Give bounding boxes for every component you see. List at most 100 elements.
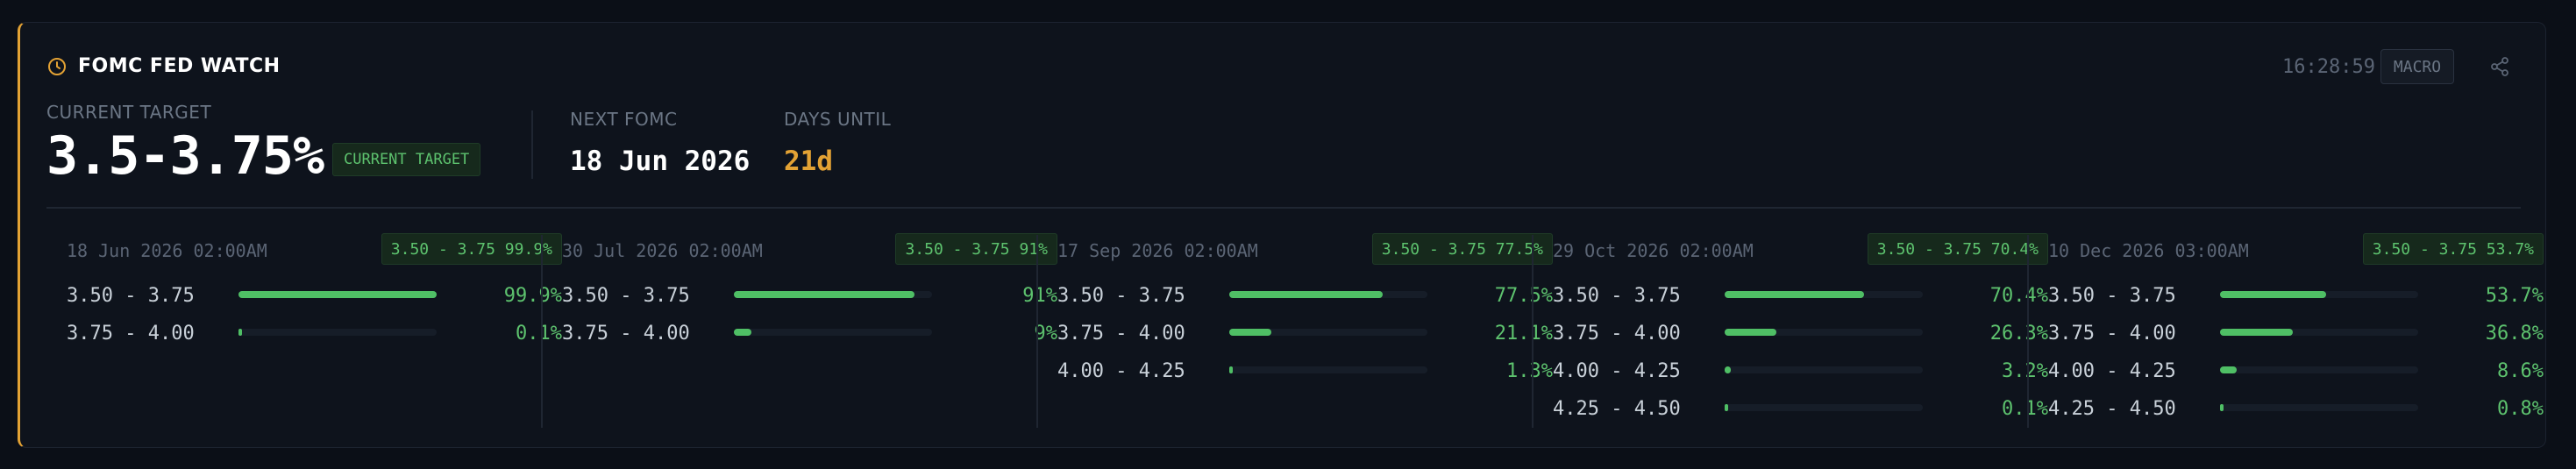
next-fomc-value: 18 Jun 2026 (570, 146, 751, 177)
probability-bar-fill (1725, 366, 1731, 373)
probability-row: 4.00 - 4.25 1.3% (1057, 358, 1553, 384)
probability-bar-fill (1229, 366, 1233, 373)
probability-row: 4.00 - 4.25 8.6% (2048, 358, 2544, 384)
probability-value: 0.1% (2002, 398, 2048, 420)
share-icon[interactable] (2489, 56, 2510, 77)
last-update-time: 16:28:59 (2282, 56, 2375, 78)
meeting-date: 18 Jun 2026 02:00AM (67, 240, 267, 261)
probability-value: 1.3% (1506, 360, 1553, 382)
probability-value: 8.6% (2497, 360, 2544, 382)
current-target-label: CURRENT TARGET (46, 102, 212, 123)
probability-bar-track (1229, 291, 1427, 298)
panel-title: FOMC FED WATCH (78, 55, 281, 77)
panel-header: FOMC FED WATCH 16:28:59 MACRO (46, 49, 2510, 84)
rate-range-label: 3.50 - 3.75 (1553, 285, 1681, 307)
probability-row: 3.75 - 4.00 9% (562, 320, 1057, 346)
probability-value: 26.3% (1989, 323, 2048, 345)
probability-bar-fill (2220, 404, 2224, 411)
summary-divider (531, 110, 533, 179)
current-target-badge: CURRENT TARGET (332, 143, 481, 176)
probability-bar-track (2220, 404, 2418, 411)
probability-bar-fill (2220, 329, 2293, 336)
probability-value: 91% (1022, 285, 1057, 307)
probability-bar-fill (1229, 291, 1383, 298)
probability-bar-fill (2220, 366, 2237, 373)
probability-bar-fill (1229, 329, 1271, 336)
rate-range-label: 4.00 - 4.25 (1057, 360, 1185, 382)
probability-row: 4.25 - 4.50 0.1% (1553, 395, 2048, 422)
meeting-top-outcome-badge: 3.50 - 3.75 91% (895, 233, 1057, 265)
meeting-date: 10 Dec 2026 03:00AM (2048, 240, 2249, 261)
probability-row: 3.75 - 4.00 26.3% (1553, 320, 2048, 346)
rate-range-label: 3.75 - 4.00 (562, 323, 690, 345)
probability-bar-track (734, 291, 932, 298)
probability-row: 4.00 - 4.25 3.2% (1553, 358, 2048, 384)
rate-range-label: 3.50 - 3.75 (562, 285, 690, 307)
probability-bar-track (238, 329, 437, 336)
probability-bar-track (2220, 291, 2418, 298)
probability-row: 3.75 - 4.00 21.1% (1057, 320, 1553, 346)
probability-bar-track (1229, 366, 1427, 373)
category-badge: MACRO (2380, 49, 2454, 84)
meeting-date: 29 Oct 2026 02:00AM (1553, 240, 1754, 261)
meeting-column: 17 Sep 2026 02:00AM 3.50 - 3.75 77.5% 3.50… (1057, 233, 1553, 426)
probability-bar-fill (238, 329, 242, 336)
column-divider (1036, 235, 1038, 428)
probability-bar-track (2220, 366, 2418, 373)
probability-bar-fill (1725, 291, 1864, 298)
probability-bar-track (734, 329, 932, 336)
probability-bar-track (1725, 366, 1923, 373)
probability-row: 3.50 - 3.75 77.5% (1057, 282, 1553, 309)
meeting-column: 18 Jun 2026 02:00AM 3.50 - 3.75 99.9% 3.50… (67, 233, 562, 426)
probability-bar-track (1229, 329, 1427, 336)
probability-bar-track (1725, 291, 1923, 298)
probability-value: 70.4% (1989, 285, 2048, 307)
probability-row: 3.50 - 3.75 70.4% (1553, 282, 2048, 309)
probability-row: 3.50 - 3.75 53.7% (2048, 282, 2544, 309)
probability-value: 77.5% (1494, 285, 1553, 307)
probability-row: 3.75 - 4.00 0.1% (67, 320, 562, 346)
probability-bar-fill (1725, 329, 1776, 336)
probability-row: 3.75 - 4.00 36.8% (2048, 320, 2544, 346)
rate-range-label: 3.75 - 4.00 (67, 323, 195, 345)
probability-row: 3.50 - 3.75 91% (562, 282, 1057, 309)
rate-range-label: 3.50 - 3.75 (2048, 285, 2176, 307)
probability-bar-fill (2220, 291, 2326, 298)
probability-row: 3.50 - 3.75 99.9% (67, 282, 562, 309)
clock-icon (48, 58, 66, 75)
section-divider (46, 207, 2521, 209)
next-fomc-label: NEXT FOMC (570, 109, 678, 130)
probability-value: 36.8% (2485, 323, 2544, 345)
probability-bar-track (1725, 404, 1923, 411)
rate-range-label: 4.25 - 4.50 (1553, 398, 1681, 420)
meeting-date: 17 Sep 2026 02:00AM (1057, 240, 1258, 261)
days-until-value: 21d (784, 146, 833, 177)
column-divider (541, 235, 543, 428)
probability-value: 99.9% (503, 285, 562, 307)
days-until-label: DAYS UNTIL (784, 109, 892, 130)
meeting-column: 10 Dec 2026 03:00AM 3.50 - 3.75 53.7% 3.50… (2048, 233, 2544, 426)
column-divider (2027, 235, 2029, 428)
meeting-date: 30 Jul 2026 02:00AM (562, 240, 763, 261)
rate-range-label: 3.75 - 4.00 (1553, 323, 1681, 345)
probability-bar-track (1725, 329, 1923, 336)
meeting-column: 29 Oct 2026 02:00AM 3.50 - 3.75 70.4% 3.50… (1553, 233, 2048, 426)
rate-range-label: 3.75 - 4.00 (2048, 323, 2176, 345)
rate-range-label: 3.50 - 3.75 (67, 285, 195, 307)
rate-range-label: 4.00 - 4.25 (2048, 360, 2176, 382)
column-divider (1532, 235, 1534, 428)
meeting-top-outcome-badge: 3.50 - 3.75 70.4% (1867, 233, 2048, 265)
meeting-top-outcome-badge: 3.50 - 3.75 77.5% (1371, 233, 1553, 265)
rate-range-label: 3.75 - 4.00 (1057, 323, 1185, 345)
probability-value: 3.2% (2002, 360, 2048, 382)
meeting-column: 30 Jul 2026 02:00AM 3.50 - 3.75 91% 3.50 -… (562, 233, 1057, 426)
probability-value: 53.7% (2485, 285, 2544, 307)
rate-range-label: 4.00 - 4.25 (1553, 360, 1681, 382)
rate-range-label: 4.25 - 4.50 (2048, 398, 2176, 420)
probability-value: 21.1% (1494, 323, 1553, 345)
probability-bar-fill (734, 291, 914, 298)
meeting-top-outcome-badge: 3.50 - 3.75 53.7% (2362, 233, 2544, 265)
probability-bar-fill (238, 291, 437, 298)
probability-row: 4.25 - 4.50 0.8% (2048, 395, 2544, 422)
probability-value: 0.1% (516, 323, 562, 345)
